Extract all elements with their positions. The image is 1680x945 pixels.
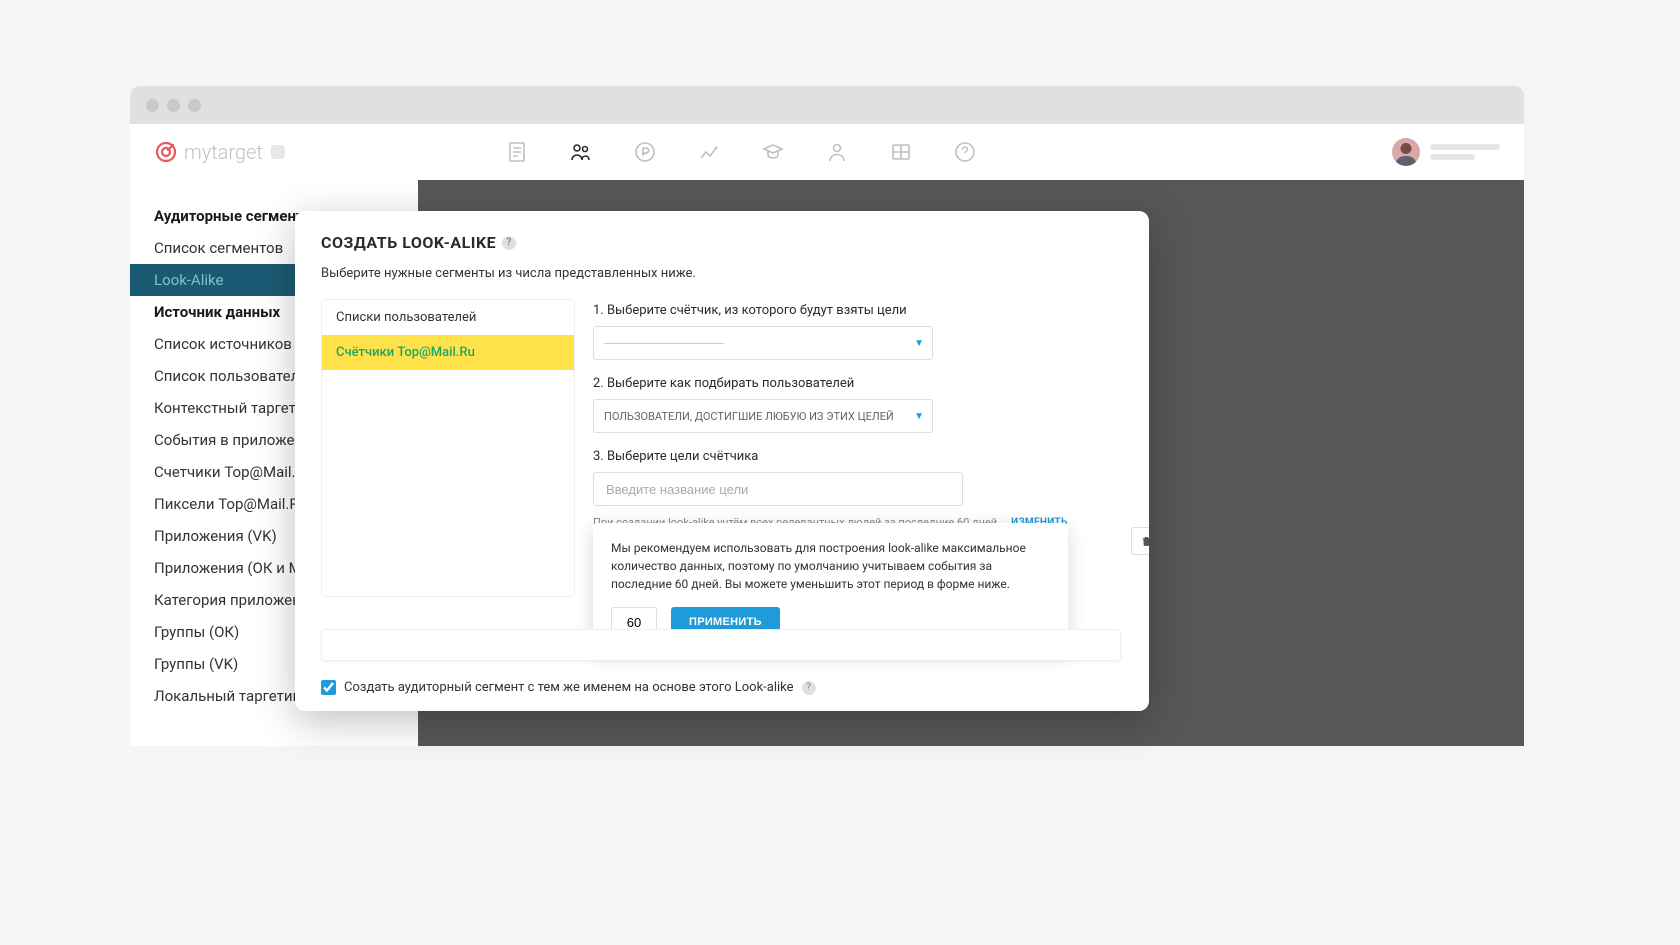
segment-source-topmail[interactable]: Счётчики Top@Mail.Ru xyxy=(322,335,574,370)
lookalike-form: 1. Выберите счётчик, из которого будут в… xyxy=(593,299,1123,597)
create-lookalike-modal: СОЗДАТЬ LOOK-ALIKE ? Выберите нужные сег… xyxy=(295,211,1149,711)
chevron-down-icon: ▼ xyxy=(914,338,924,349)
create-segment-label: Создать аудиторный сегмент с тем же имен… xyxy=(344,680,794,695)
browser-traffic-lights xyxy=(130,86,1524,125)
education-icon[interactable] xyxy=(761,140,785,164)
modal-subtitle: Выберите нужные сегменты из числа предст… xyxy=(321,266,1123,281)
create-segment-checkbox[interactable] xyxy=(321,680,336,695)
pro-icon[interactable] xyxy=(825,140,849,164)
nav-icons xyxy=(505,140,977,164)
goal-name-input[interactable] xyxy=(593,472,963,506)
help-icon[interactable]: ? xyxy=(502,236,516,250)
trash-icon xyxy=(1140,535,1150,548)
stats-icon[interactable] xyxy=(697,140,721,164)
step1-label: 1. Выберите счётчик, из которого будут в… xyxy=(593,303,1123,318)
segment-source-list: Списки пользователей Счётчики Top@Mail.R… xyxy=(321,299,575,597)
help-icon[interactable]: ? xyxy=(802,681,816,695)
step3-label: 3. Выберите цели счётчика xyxy=(593,449,1123,464)
search-strip[interactable] xyxy=(321,629,1121,661)
campaigns-icon[interactable] xyxy=(505,140,529,164)
counter-select[interactable]: ▼ xyxy=(593,326,933,360)
avatar xyxy=(1392,138,1420,166)
modal-title: СОЗДАТЬ LOOK-ALIKE ? xyxy=(321,233,1123,252)
topbar: mytarget xyxy=(130,124,1524,180)
logo[interactable]: mytarget xyxy=(154,140,285,164)
browser-dot xyxy=(188,99,201,112)
browser-dot xyxy=(167,99,180,112)
help-nav-icon[interactable] xyxy=(953,140,977,164)
segment-source-userlists[interactable]: Списки пользователей xyxy=(322,300,574,335)
matching-select[interactable]: ПОЛЬЗОВАТЕЛИ, ДОСТИГШИЕ ЛЮБУЮ ИЗ ЭТИХ ЦЕ… xyxy=(593,399,933,433)
browser-dot xyxy=(146,99,159,112)
profile-placeholder xyxy=(1430,144,1500,160)
matching-select-value: ПОЛЬЗОВАТЕЛИ, ДОСТИГШИЕ ЛЮБУЮ ИЗ ЭТИХ ЦЕ… xyxy=(604,410,894,423)
billing-icon[interactable] xyxy=(633,140,657,164)
recommendation-text: Мы рекомендуем использовать для построен… xyxy=(611,539,1050,593)
delete-button[interactable] xyxy=(1131,527,1149,555)
logo-badge xyxy=(271,145,285,159)
tools-icon[interactable] xyxy=(889,140,913,164)
create-segment-checkbox-row: Создать аудиторный сегмент с тем же имен… xyxy=(321,680,816,695)
profile-menu[interactable] xyxy=(1392,138,1500,166)
logo-icon xyxy=(154,140,178,164)
step2-label: 2. Выберите как подбирать пользователей xyxy=(593,376,1123,391)
logo-text: mytarget xyxy=(184,140,263,164)
modal-title-text: СОЗДАТЬ LOOK-ALIKE xyxy=(321,233,496,252)
audiences-icon[interactable] xyxy=(569,140,593,164)
chevron-down-icon: ▼ xyxy=(914,411,924,422)
